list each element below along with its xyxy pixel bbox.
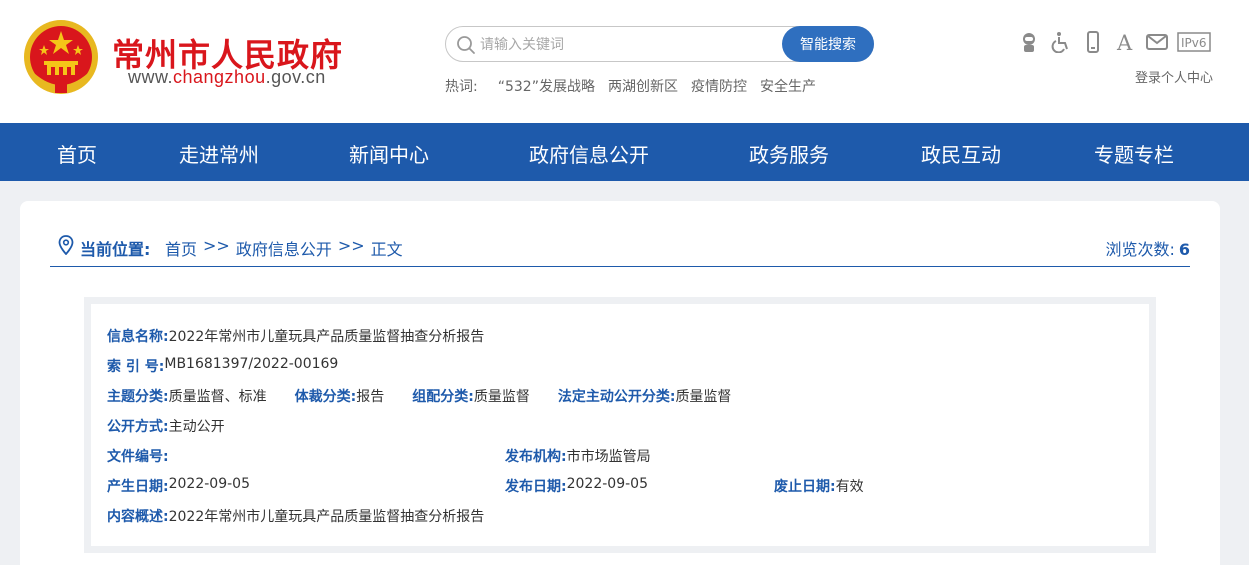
font-size-icon[interactable]: A (1113, 30, 1137, 54)
accessibility-icon[interactable] (1049, 30, 1073, 54)
info-row-docno: 文件编号: (107, 446, 197, 466)
info-method-label: 公开方式: (107, 419, 169, 435)
nav-item-home[interactable]: 首页 (57, 139, 97, 168)
info-row-categories: 主题分类: 质量监督、标准 体裁分类: 报告 组配分类: 质量监督 法定主动公开… (107, 386, 759, 406)
info-created-label: 产生日期: (107, 479, 169, 495)
hot-word-link[interactable]: 疫情防控 (691, 76, 747, 96)
content-card: 当前位置: 首页 >> 政府信息公开 >> 正文 浏览次数: 6 信息名称: 20… (20, 201, 1220, 565)
info-metadata-box: 信息名称: 2022年常州市儿童玩具产品质量监督抽查分析报告 索 引 号: MB… (84, 297, 1156, 553)
hot-word-link[interactable]: “532”发展战略 (498, 76, 595, 96)
national-emblem-logo[interactable] (22, 17, 100, 97)
tool-icons: A IPv6 (1017, 30, 1219, 54)
view-count-value: 6 (1178, 240, 1190, 259)
nav-item-services[interactable]: 政务服务 (749, 139, 829, 168)
hot-word-link[interactable]: 两湖创新区 (608, 76, 678, 96)
info-method-value: 主动公开 (168, 419, 225, 435)
breadcrumb-separator: >> (203, 236, 230, 255)
info-row-name: 信息名称: 2022年常州市儿童玩具产品质量监督抽查分析报告 (107, 326, 512, 346)
nav-item-about[interactable]: 走进常州 (179, 139, 259, 168)
hot-word-link[interactable]: 安全生产 (760, 76, 816, 96)
info-genre-label: 体裁分类: (294, 389, 357, 405)
nav-item-gov-info[interactable]: 政府信息公开 (529, 139, 649, 168)
nav-item-interaction[interactable]: 政民互动 (921, 139, 1001, 168)
info-legal-value: 质量监督 (675, 389, 732, 405)
info-genre-value: 报告 (356, 389, 385, 405)
location-pin-icon (58, 235, 74, 256)
view-count: 浏览次数: 6 (1105, 236, 1190, 260)
info-row-expire: 废止日期: 有效 (774, 476, 892, 496)
info-org-value: 市市场监管局 (566, 449, 651, 465)
info-row-method: 公开方式: 主动公开 (107, 416, 253, 436)
info-expire-value: 有效 (835, 479, 864, 495)
ipv6-text: IPv6 (1181, 36, 1207, 50)
info-topic-value: 质量监督、标准 (168, 389, 267, 405)
info-published-label: 发布日期: (505, 479, 567, 495)
info-summary-value: 2022年常州市儿童玩具产品质量监督抽查分析报告 (168, 509, 485, 525)
info-row-index: 索 引 号: MB1681397/2022-00169 (107, 356, 366, 376)
breadcrumb: 当前位置: 首页 >> 政府信息公开 >> 正文 浏览次数: 6 (50, 225, 1190, 267)
nav-item-news[interactable]: 新闻中心 (349, 139, 429, 168)
site-url: www.changzhou.gov.cn (128, 67, 326, 88)
info-index-value: MB1681397/2022-00169 (164, 356, 339, 372)
info-config-label: 组配分类: (412, 389, 474, 405)
ipv6-icon[interactable]: IPv6 (1177, 30, 1211, 54)
info-name-label: 信息名称: (107, 329, 169, 345)
info-expire-label: 废止日期: (774, 479, 836, 495)
site-header: 常州市人民政府 www.changzhou.gov.cn 智能搜索 热词: “5… (0, 0, 1249, 123)
font-size-glyph: A (1116, 31, 1133, 53)
nav-item-topics[interactable]: 专题专栏 (1094, 139, 1174, 168)
info-config-value: 质量监督 (473, 389, 530, 405)
hot-words: 热词: “532”发展战略 两湖创新区 疫情防控 安全生产 (445, 76, 829, 96)
search-input[interactable] (480, 34, 780, 56)
url-accent: changzhou (173, 67, 266, 87)
breadcrumb-home[interactable]: 首页 (165, 236, 197, 260)
info-row-org: 发布机构: 市市场监管局 (505, 446, 679, 466)
info-docno-label: 文件编号: (107, 449, 169, 465)
breadcrumb-label: 当前位置: (80, 240, 151, 259)
search-icon (456, 35, 476, 55)
info-org-label: 发布机构: (505, 449, 567, 465)
mail-icon[interactable] (1145, 30, 1169, 54)
search-box: 智能搜索 (445, 26, 874, 62)
info-row-published: 发布日期: 2022-09-05 (505, 476, 676, 496)
breadcrumb-trail: 首页 >> 政府信息公开 >> 正文 (165, 236, 403, 260)
breadcrumb-current[interactable]: 正文 (371, 236, 403, 260)
robot-icon[interactable] (1017, 30, 1041, 54)
search-button[interactable]: 智能搜索 (782, 26, 874, 62)
url-suffix: .gov.cn (265, 67, 326, 87)
breadcrumb-gov-info[interactable]: 政府信息公开 (236, 236, 332, 260)
hot-words-label: 热词: (445, 79, 478, 95)
info-created-value: 2022-09-05 (168, 476, 250, 492)
breadcrumb-separator: >> (337, 236, 365, 255)
mobile-icon[interactable] (1081, 30, 1105, 54)
info-row-created: 产生日期: 2022-09-05 (107, 476, 278, 496)
info-summary-label: 内容概述: (107, 509, 169, 525)
login-link[interactable]: 登录个人中心 (1135, 67, 1213, 86)
info-row-summary: 内容概述: 2022年常州市儿童玩具产品质量监督抽查分析报告 (107, 506, 512, 526)
main-nav: 首页 走进常州 新闻中心 政府信息公开 政务服务 政民互动 专题专栏 (0, 123, 1249, 181)
info-name-value: 2022年常州市儿童玩具产品质量监督抽查分析报告 (168, 329, 485, 345)
info-legal-label: 法定主动公开分类: (557, 389, 676, 405)
info-index-label: 索 引 号: (107, 359, 165, 375)
url-prefix: www. (128, 67, 174, 87)
view-count-label: 浏览次数: (1105, 240, 1175, 259)
info-topic-label: 主题分类: (107, 389, 169, 405)
info-published-value: 2022-09-05 (566, 476, 648, 492)
